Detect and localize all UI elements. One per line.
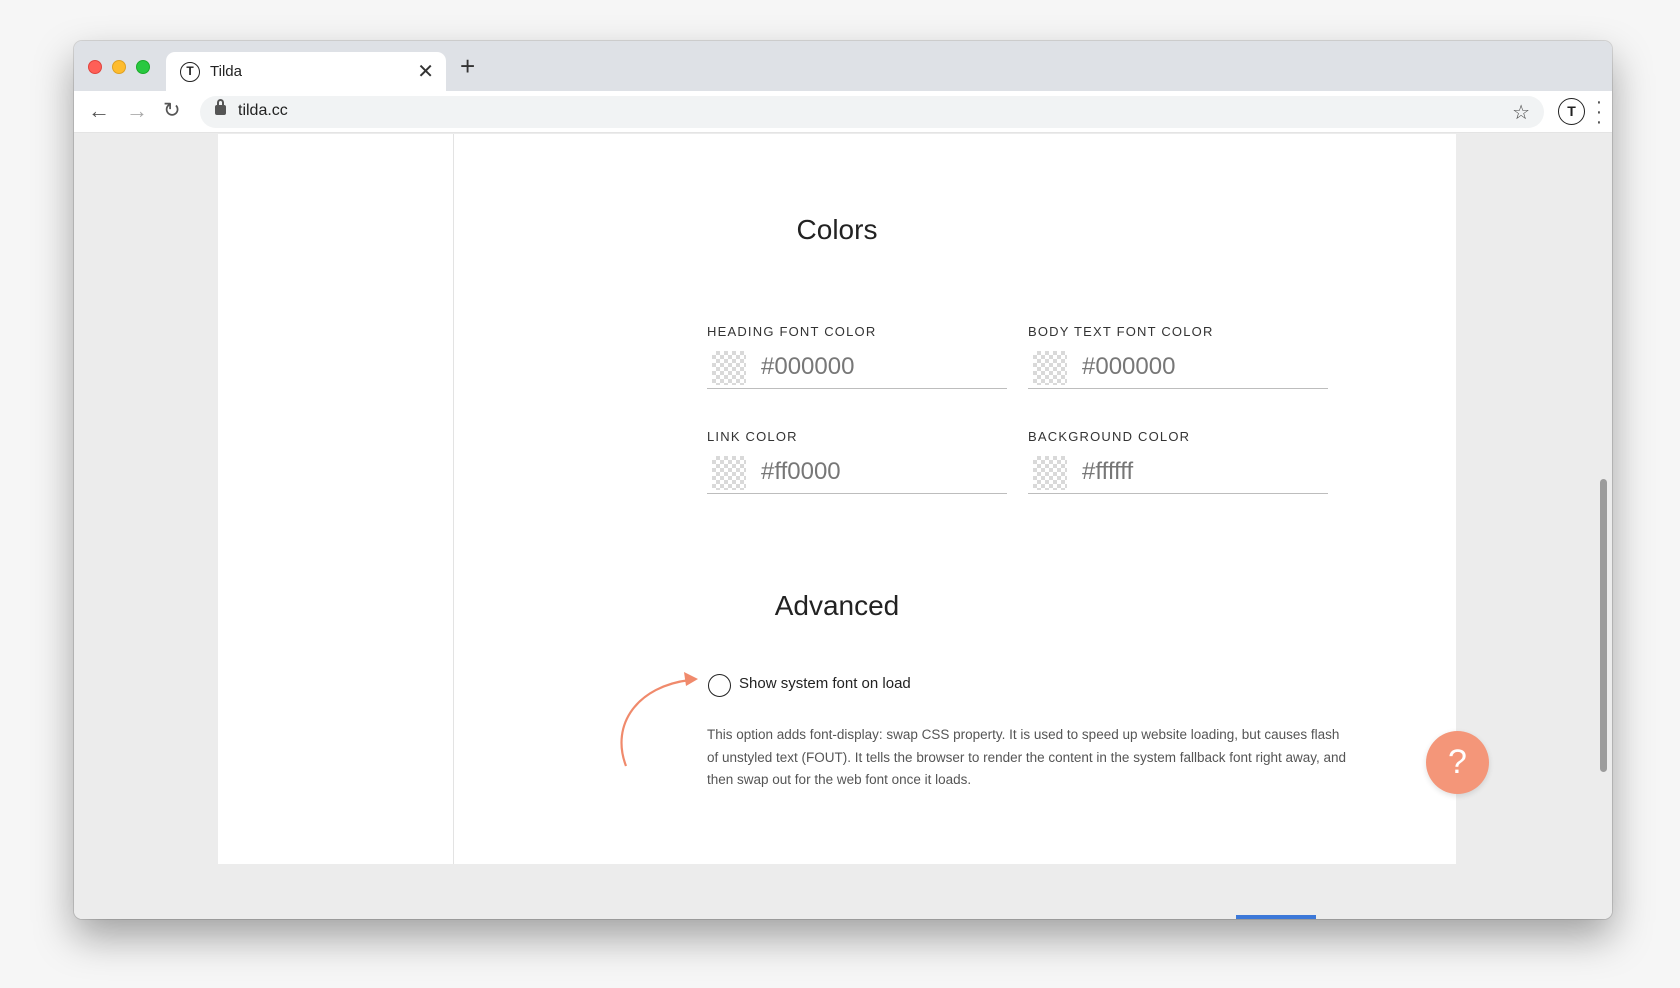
field-label: LINK COLOR (707, 429, 798, 444)
forward-arrow-icon[interactable]: → (126, 98, 148, 124)
browser-window: T Tilda ✕ + ← → ↻ tilda.cc ☆ T · · · Color… (74, 41, 1612, 919)
colors-section-title: Colors (796, 214, 878, 245)
settings-panel: Colors HEADING FONT COLOR #000000 BODY T… (218, 134, 1456, 864)
reload-icon[interactable]: ↻ (163, 98, 181, 123)
star-icon[interactable]: ☆ (1512, 100, 1530, 125)
address-bar[interactable]: tilda.cc ☆ (200, 96, 1544, 128)
link-color-field: LINK COLOR #ff0000 (707, 429, 1007, 494)
color-input[interactable]: #ffffff (1028, 450, 1328, 494)
color-input[interactable]: #ff0000 (707, 450, 1007, 494)
show-system-font-radio[interactable] (708, 674, 731, 697)
field-label: BODY TEXT FONT COLOR (1028, 324, 1214, 339)
color-value[interactable]: #ffffff (1082, 458, 1133, 486)
field-label: BACKGROUND COLOR (1028, 429, 1191, 444)
page-viewport: Colors HEADING FONT COLOR #000000 BODY T… (74, 134, 1612, 919)
color-input[interactable]: #000000 (707, 345, 1007, 389)
tab-close-icon[interactable]: ✕ (417, 59, 434, 84)
scrollbar-thumb[interactable] (1600, 479, 1607, 772)
close-window-button[interactable] (88, 60, 102, 74)
color-swatch[interactable] (1033, 351, 1067, 385)
maximize-window-button[interactable] (136, 60, 150, 74)
url-text[interactable]: tilda.cc (238, 102, 288, 120)
field-label: HEADING FONT COLOR (707, 324, 877, 339)
menu-dots-icon[interactable]: · · · (1594, 92, 1604, 132)
color-input[interactable]: #000000 (1028, 345, 1328, 389)
color-value[interactable]: #ff0000 (761, 458, 841, 486)
help-button[interactable]: ? (1426, 731, 1489, 794)
new-tab-button[interactable]: + (460, 51, 475, 82)
lock-icon (215, 99, 226, 115)
browser-tab[interactable]: T Tilda ✕ (166, 52, 446, 92)
tab-bar: T Tilda ✕ + (74, 41, 1612, 92)
curved-arrow-icon (620, 672, 698, 767)
color-swatch[interactable] (712, 456, 746, 490)
heading-font-color-field: HEADING FONT COLOR #000000 (707, 324, 1007, 389)
color-swatch[interactable] (712, 351, 746, 385)
profile-avatar[interactable]: T (1558, 98, 1585, 125)
tab-title: Tilda (210, 63, 242, 80)
back-arrow-icon[interactable]: ← (88, 98, 110, 124)
background-color-field: BACKGROUND COLOR #ffffff (1028, 429, 1328, 494)
minimize-window-button[interactable] (112, 60, 126, 74)
option-description: This option adds font-display: swap CSS … (707, 727, 1347, 787)
color-value[interactable]: #000000 (1082, 353, 1175, 381)
show-system-font-label[interactable]: Show system font on load (739, 675, 911, 692)
tilda-favicon-icon: T (180, 62, 200, 82)
browser-toolbar: ← → ↻ tilda.cc ☆ T · · · (74, 91, 1612, 133)
body-text-font-color-field: BODY TEXT FONT COLOR #000000 (1028, 324, 1328, 389)
advanced-section-title: Advanced (774, 590, 900, 621)
bottom-indicator (1236, 915, 1316, 919)
color-value[interactable]: #000000 (761, 353, 854, 381)
color-swatch[interactable] (1033, 456, 1067, 490)
